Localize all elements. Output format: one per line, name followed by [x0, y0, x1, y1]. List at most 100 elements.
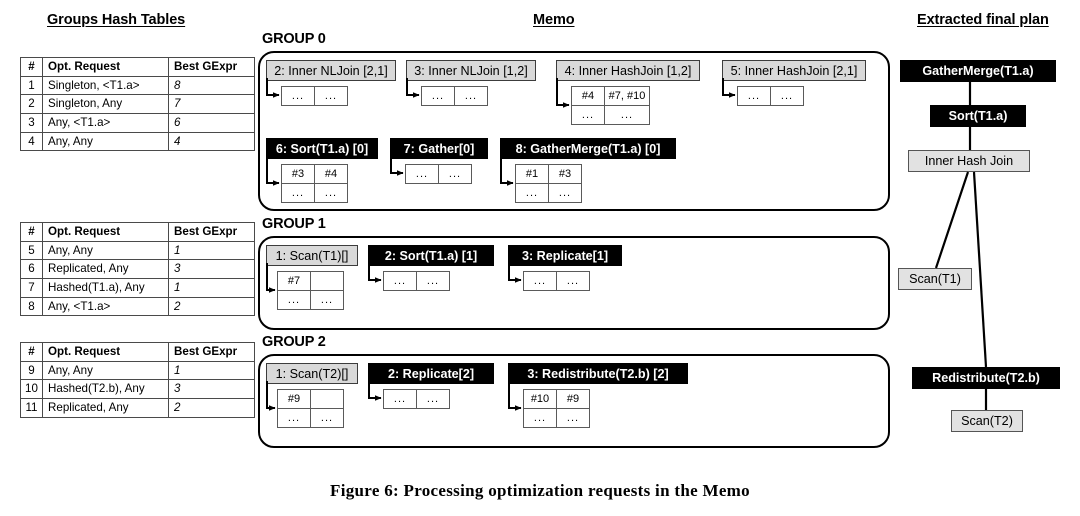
cell-request: Singleton, Any	[42, 94, 169, 115]
gexpr-1-scan-t1-table: #7 ... ...	[277, 271, 344, 310]
cell-winner: ...	[383, 389, 417, 409]
cell-best: 1	[168, 278, 255, 298]
cell-index: 3	[20, 113, 43, 133]
cell-winner: #9	[277, 389, 311, 409]
cell-context: #3	[548, 164, 582, 184]
plan-node-redistribute[interactable]: Redistribute(T2.b)	[912, 367, 1060, 389]
table-row: 1 Singleton, <T1.a> 8	[20, 75, 255, 96]
cell-context-more: ...	[548, 183, 582, 203]
memo-title: Memo	[533, 12, 575, 28]
cell-best: 2	[168, 296, 255, 317]
gexpr-1-scan-t2-header[interactable]: 1: Scan(T2)[]	[266, 363, 358, 384]
table-row: #10 #9	[523, 389, 590, 409]
gexpr-4-inner-hashjoin-12-header[interactable]: 4: Inner HashJoin [1,2]	[556, 60, 700, 81]
cell-best: 6	[168, 113, 255, 133]
cell-winner: ...	[383, 271, 417, 291]
cell-winner: ...	[405, 164, 439, 184]
col-header-index: #	[20, 342, 43, 362]
cell-context: ...	[438, 164, 472, 184]
cell-context: #4	[314, 164, 348, 184]
plan-tree-edges	[934, 82, 988, 410]
cell-context: ...	[454, 86, 488, 106]
plan-node-scan-t1[interactable]: Scan(T1)	[898, 268, 972, 290]
col-header-request: Opt. Request	[42, 222, 169, 242]
cell-winner-more: ...	[571, 105, 605, 125]
figure-caption: Figure 6: Processing optimization reques…	[330, 481, 750, 500]
cell-context	[310, 271, 344, 291]
plan-node-inner-hash-join[interactable]: Inner Hash Join	[908, 150, 1030, 172]
group-2-hash-table: # Opt. Request Best GExpr 9 Any, Any 1 1…	[20, 342, 255, 418]
cell-winner-more: ...	[515, 183, 549, 203]
gexpr-3-replicate-g1-header[interactable]: 3: Replicate[1]	[508, 245, 622, 266]
gexpr-2-inner-nljoin-21-header[interactable]: 2: Inner NLJoin [2,1]	[266, 60, 396, 81]
cell-winner: ...	[281, 86, 315, 106]
plan-node-scan-t2[interactable]: Scan(T2)	[951, 410, 1023, 432]
gexpr-3-inner-nljoin-12-header[interactable]: 3: Inner NLJoin [1,2]	[406, 60, 536, 81]
cell-request: Any, <T1.a>	[42, 113, 169, 133]
cell-index: 9	[20, 360, 43, 381]
gexpr-6-sort-t1a-header[interactable]: 6: Sort(T1.a) [0]	[266, 138, 378, 159]
cell-index: 2	[20, 94, 43, 115]
cell-winner: #1	[515, 164, 549, 184]
cell-request: Any, Any	[42, 131, 169, 152]
gexpr-7-gather-header[interactable]: 7: Gather[0]	[390, 138, 488, 159]
cell-context: ...	[556, 271, 590, 291]
table-row: ... ...	[281, 86, 348, 106]
table-row: ... ...	[571, 105, 650, 125]
gexpr-2-inner-nljoin-21-table: ... ...	[281, 86, 348, 106]
table-row: 6 Replicated, Any 3	[20, 259, 255, 280]
gexpr-1-scan-t1-header[interactable]: 1: Scan(T1)[]	[266, 245, 358, 266]
table-row: ... ...	[523, 408, 590, 428]
table-row: 2 Singleton, Any 7	[20, 94, 255, 115]
table-row: #3 #4	[281, 164, 348, 184]
cell-winner: ...	[523, 271, 557, 291]
cell-best: 2	[168, 398, 255, 418]
col-header-request: Opt. Request	[42, 57, 169, 77]
col-header-index: #	[20, 222, 43, 242]
cell-winner: #10	[523, 389, 557, 409]
gexpr-5-inner-hashjoin-21-header[interactable]: 5: Inner HashJoin [2,1]	[722, 60, 866, 81]
cell-best: 1	[168, 240, 255, 261]
table-row: #7	[277, 271, 344, 291]
gexpr-4-inner-hashjoin-12-table: #4 #7, #10 ... ...	[571, 86, 650, 125]
cell-winner: #4	[571, 86, 605, 106]
table-row: ... ...	[523, 271, 590, 291]
plan-node-sort[interactable]: Sort(T1.a)	[930, 105, 1026, 127]
table-row: ... ...	[383, 271, 450, 291]
cell-index: 7	[20, 278, 43, 298]
cell-winner: ...	[737, 86, 771, 106]
gexpr-3-redistribute-t2b-table: #10 #9 ... ...	[523, 389, 590, 428]
cell-winner-more: ...	[523, 408, 557, 428]
gexpr-2-replicate-g2-table: ... ...	[383, 389, 450, 409]
table-row: #4 #7, #10	[571, 86, 650, 106]
cell-context: ...	[770, 86, 804, 106]
cell-request: Singleton, <T1.a>	[42, 75, 169, 96]
plan-node-gathermerge[interactable]: GatherMerge(T1.a)	[900, 60, 1056, 82]
col-header-index: #	[20, 57, 43, 77]
gexpr-8-gathermerge-t1a-header[interactable]: 8: GatherMerge(T1.a) [0]	[500, 138, 676, 159]
table-row: 8 Any, <T1.a> 2	[20, 296, 255, 317]
cell-context	[310, 389, 344, 409]
gexpr-3-inner-nljoin-12-table: ... ...	[421, 86, 488, 106]
table-row: ... ...	[737, 86, 804, 106]
cell-winner: ...	[421, 86, 455, 106]
cell-request: Replicated, Any	[42, 259, 169, 280]
gexpr-2-sort-t1a-g1-header[interactable]: 2: Sort(T1.a) [1]	[368, 245, 494, 266]
cell-context: ...	[416, 271, 450, 291]
gexpr-2-replicate-g2-header[interactable]: 2: Replicate[2]	[368, 363, 494, 384]
gexpr-7-gather-table: ... ...	[405, 164, 472, 184]
table-row: 10 Hashed(T2.b), Any 3	[20, 379, 255, 400]
group-0-label: GROUP 0	[262, 31, 326, 47]
gexpr-3-redistribute-t2b-header[interactable]: 3: Redistribute(T2.b) [2]	[508, 363, 688, 384]
cell-index: 6	[20, 259, 43, 280]
cell-context-more: ...	[556, 408, 590, 428]
table-row: 9 Any, Any 1	[20, 360, 255, 381]
gexpr-8-gathermerge-t1a-table: #1 #3 ... ...	[515, 164, 582, 203]
cell-winner-more: ...	[277, 408, 311, 428]
cell-request: Replicated, Any	[42, 398, 169, 418]
table-header-row: # Opt. Request Best GExpr	[20, 57, 255, 77]
gexpr-5-inner-hashjoin-21-table: ... ...	[737, 86, 804, 106]
table-row: ... ...	[277, 290, 344, 310]
group-1-label: GROUP 1	[262, 216, 326, 232]
table-row: 4 Any, Any 4	[20, 131, 255, 152]
